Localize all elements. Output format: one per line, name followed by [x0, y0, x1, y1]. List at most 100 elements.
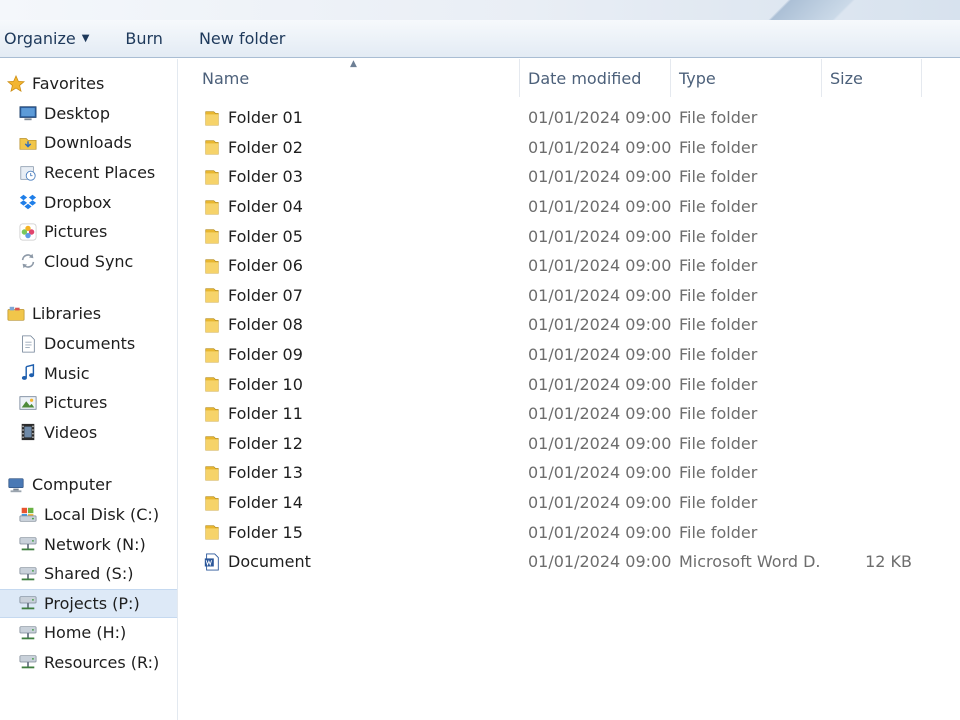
file-row[interactable]: Folder 07 01/01/2024 09:00 File folder: [184, 281, 960, 311]
libraries-icon: [6, 304, 26, 324]
file-name-cell: Folder 08: [184, 315, 520, 335]
file-name-cell: Folder 15: [184, 522, 520, 542]
column-name-label: Name: [202, 68, 250, 88]
column-header-date[interactable]: Date modified: [520, 59, 671, 97]
nav-computer[interactable]: Computer: [0, 470, 177, 500]
nav-libraries-item-4[interactable]: Videos: [0, 418, 177, 448]
nav-libraries[interactable]: Libraries: [0, 299, 177, 329]
column-header-size[interactable]: Size: [822, 59, 922, 97]
nav-libraries-item-label: Documents: [44, 334, 136, 354]
date-modified-cell: 01/01/2024 09:00: [528, 433, 672, 453]
new-folder-button[interactable]: New folder: [177, 20, 299, 58]
nav-libraries-item-1[interactable]: Documents: [0, 329, 177, 359]
command-bar: Organize ▼ Burn New folder: [0, 20, 960, 58]
file-row[interactable]: Folder 04 01/01/2024 09:00 File folder: [184, 192, 960, 222]
file-type-cell: Microsoft Word D...: [679, 552, 822, 572]
star-icon: [6, 74, 26, 94]
file-row[interactable]: Folder 06 01/01/2024 09:00 File folder: [184, 251, 960, 281]
network-drive-icon: [18, 593, 38, 613]
nav-computer-item-1[interactable]: Local Disk (C:): [0, 500, 177, 530]
date-modified-cell: 01/01/2024 09:00: [528, 108, 672, 128]
file-row[interactable]: Document 01/01/2024 09:00 Microsoft Word D…: [184, 547, 960, 577]
file-size-cell: 12 KB: [865, 552, 912, 572]
photos-icon: [18, 222, 38, 242]
folder-icon: [202, 522, 222, 542]
file-type-cell: File folder: [679, 167, 758, 187]
file-row[interactable]: Folder 02 01/01/2024 09:00 File folder: [184, 133, 960, 163]
burn-button[interactable]: Burn: [103, 20, 177, 58]
file-row[interactable]: Folder 15 01/01/2024 09:00 File folder: [184, 517, 960, 547]
nav-favorites-item-5[interactable]: Pictures: [0, 217, 177, 247]
documents-icon: [18, 334, 38, 354]
nav-libraries-item-label: Music: [44, 363, 90, 383]
file-name-cell: Folder 03: [184, 167, 520, 187]
date-modified-cell: 01/01/2024 09:00: [528, 315, 672, 335]
date-modified-cell: 01/01/2024 09:00: [528, 552, 672, 572]
file-type-cell: File folder: [679, 197, 758, 217]
file-name-cell: Folder 04: [184, 197, 520, 217]
nav-computer-item-2[interactable]: Network (N:): [0, 529, 177, 559]
nav-computer-item-5[interactable]: Home (H:): [0, 618, 177, 648]
file-row[interactable]: Folder 01 01/01/2024 09:00 File folder: [184, 103, 960, 133]
drive-icon: [18, 505, 38, 525]
folder-icon: [202, 463, 222, 483]
file-row[interactable]: Folder 08 01/01/2024 09:00 File folder: [184, 310, 960, 340]
column-header-name[interactable]: ▲ Name: [184, 59, 520, 97]
file-name: Folder 06: [228, 256, 303, 276]
titlebar-decoration: [660, 0, 960, 20]
nav-favorites-item-3[interactable]: Recent Places: [0, 158, 177, 188]
nav-favorites-item-4[interactable]: Dropbox: [0, 187, 177, 217]
desktop-icon: [18, 103, 38, 123]
file-row[interactable]: Folder 10 01/01/2024 09:00 File folder: [184, 369, 960, 399]
file-name: Folder 08: [228, 315, 303, 335]
nav-computer-item-label: Local Disk (C:): [44, 505, 160, 525]
folder-icon: [202, 374, 222, 394]
nav-favorites[interactable]: Favorites: [0, 69, 177, 99]
network-drive-icon: [18, 534, 38, 554]
file-name: Folder 15: [228, 522, 303, 542]
file-name-cell: Folder 12: [184, 433, 520, 453]
organize-button[interactable]: Organize ▼: [0, 20, 103, 58]
file-name-cell: Folder 07: [184, 285, 520, 305]
column-date-label: Date modified: [528, 68, 642, 88]
folder-icon: [202, 433, 222, 453]
nav-libraries-item-3[interactable]: Pictures: [0, 388, 177, 418]
folder-icon: [202, 167, 222, 187]
file-row[interactable]: Folder 12 01/01/2024 09:00 File folder: [184, 429, 960, 459]
nav-libraries-item-2[interactable]: Music: [0, 358, 177, 388]
file-name-cell: Folder 01: [184, 108, 520, 128]
nav-favorites-item-label: Desktop: [44, 103, 110, 123]
network-drive-icon: [18, 652, 38, 672]
burn-label: Burn: [125, 29, 163, 48]
file-row[interactable]: Folder 14 01/01/2024 09:00 File folder: [184, 488, 960, 518]
file-list: ▲ Name Date modified Type Size Folder 01…: [184, 59, 960, 720]
nav-computer-item-4[interactable]: Projects (P:): [0, 588, 177, 619]
file-row[interactable]: Folder 05 01/01/2024 09:00 File folder: [184, 221, 960, 251]
folder-icon: [202, 256, 222, 276]
file-name: Document: [228, 552, 311, 572]
folder-icon: [202, 493, 222, 513]
nav-computer-item-6[interactable]: Resources (R:): [0, 648, 177, 678]
recent-places-icon: [18, 163, 38, 183]
file-name-cell: Document: [184, 552, 520, 572]
file-row[interactable]: Folder 09 01/01/2024 09:00 File folder: [184, 340, 960, 370]
file-row[interactable]: Folder 13 01/01/2024 09:00 File folder: [184, 458, 960, 488]
folder-icon: [202, 197, 222, 217]
column-header-type[interactable]: Type: [671, 59, 822, 97]
file-row[interactable]: Folder 03 01/01/2024 09:00 File folder: [184, 162, 960, 192]
file-name-cell: Folder 11: [184, 404, 520, 424]
column-header-row: ▲ Name Date modified Type Size: [184, 59, 960, 97]
nav-favorites-item-2[interactable]: Downloads: [0, 128, 177, 158]
navigation-pane: Favorites Desktop Downloads Recent Places D…: [0, 59, 178, 720]
nav-favorites-item-1[interactable]: Desktop: [0, 99, 177, 129]
nav-favorites-item-6[interactable]: Cloud Sync: [0, 247, 177, 277]
nav-computer-item-label: Resources (R:): [44, 652, 160, 672]
nav-favorites-item-label: Pictures: [44, 222, 108, 242]
file-type-cell: File folder: [679, 433, 758, 453]
nav-favorites-item-label: Downloads: [44, 133, 132, 153]
file-name: Folder 02: [228, 137, 303, 157]
nav-computer-item-3[interactable]: Shared (S:): [0, 559, 177, 589]
file-row[interactable]: Folder 11 01/01/2024 09:00 File folder: [184, 399, 960, 429]
date-modified-cell: 01/01/2024 09:00: [528, 167, 672, 187]
file-type-cell: File folder: [679, 404, 758, 424]
